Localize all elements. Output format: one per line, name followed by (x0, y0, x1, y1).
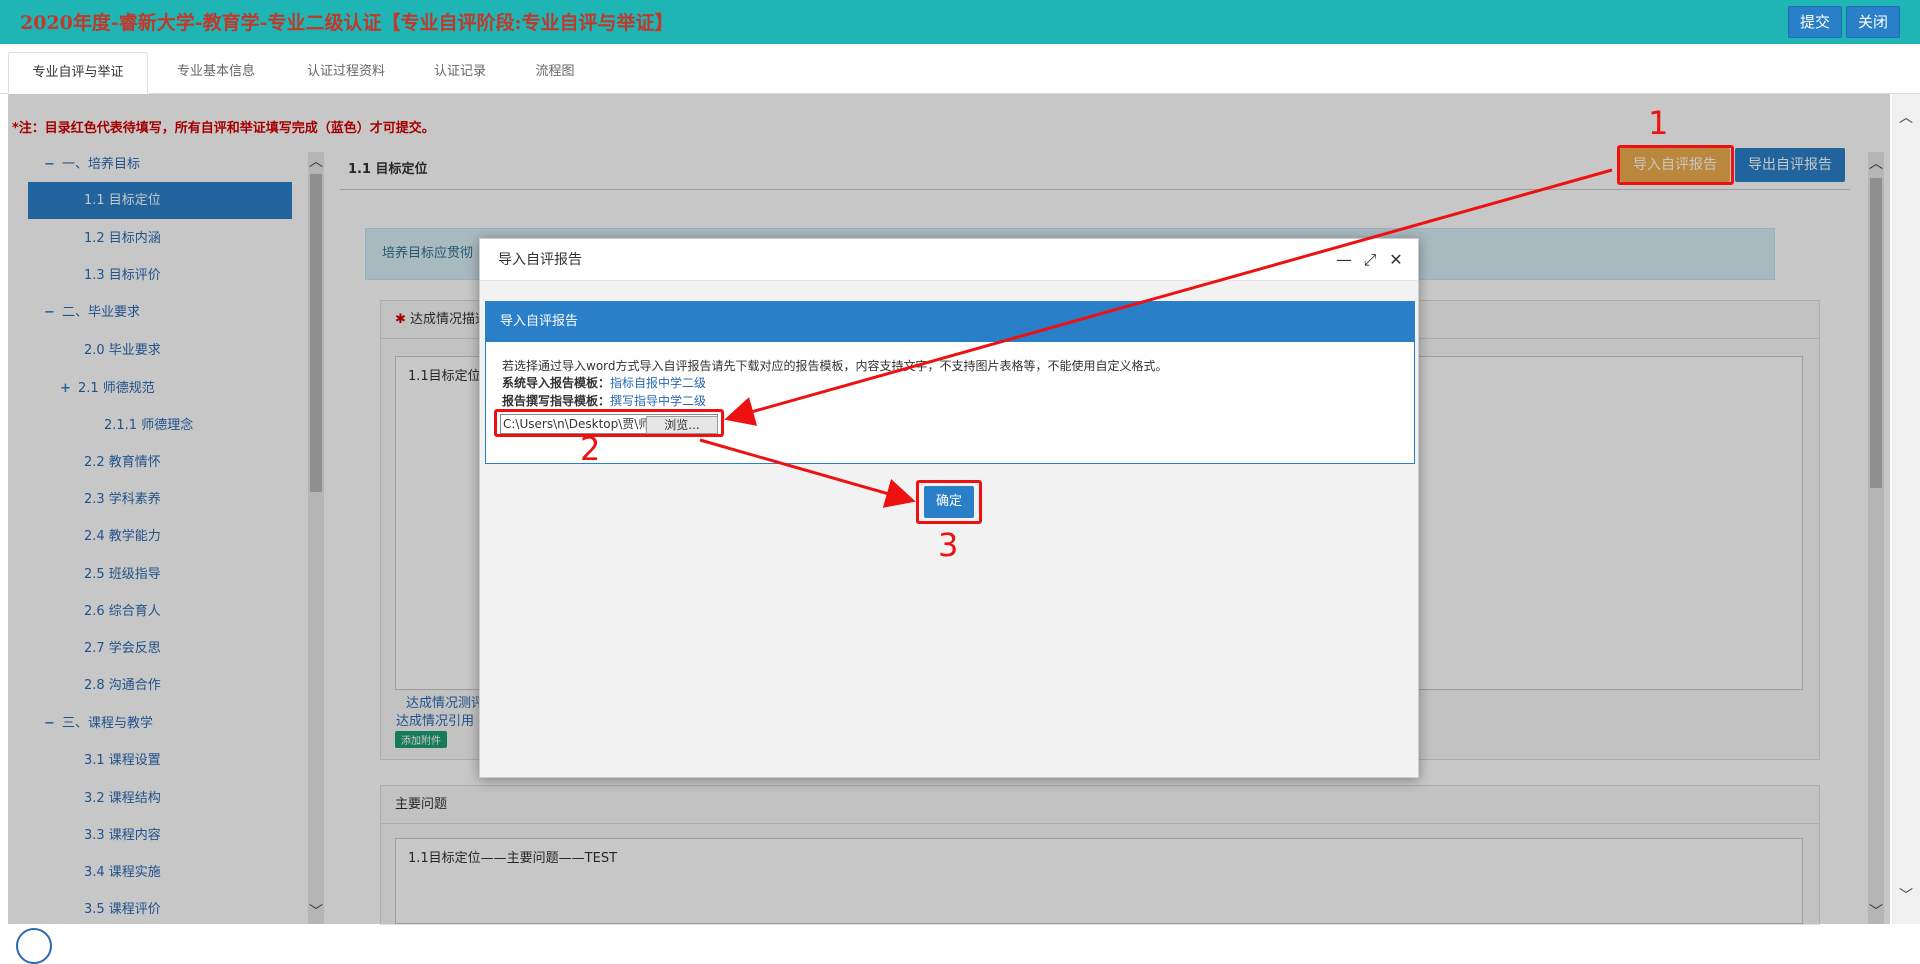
arrow-2-to-3 (699, 438, 916, 508)
annotation-arrows (699, 168, 1613, 508)
arrow-1-to-2 (724, 168, 1613, 426)
